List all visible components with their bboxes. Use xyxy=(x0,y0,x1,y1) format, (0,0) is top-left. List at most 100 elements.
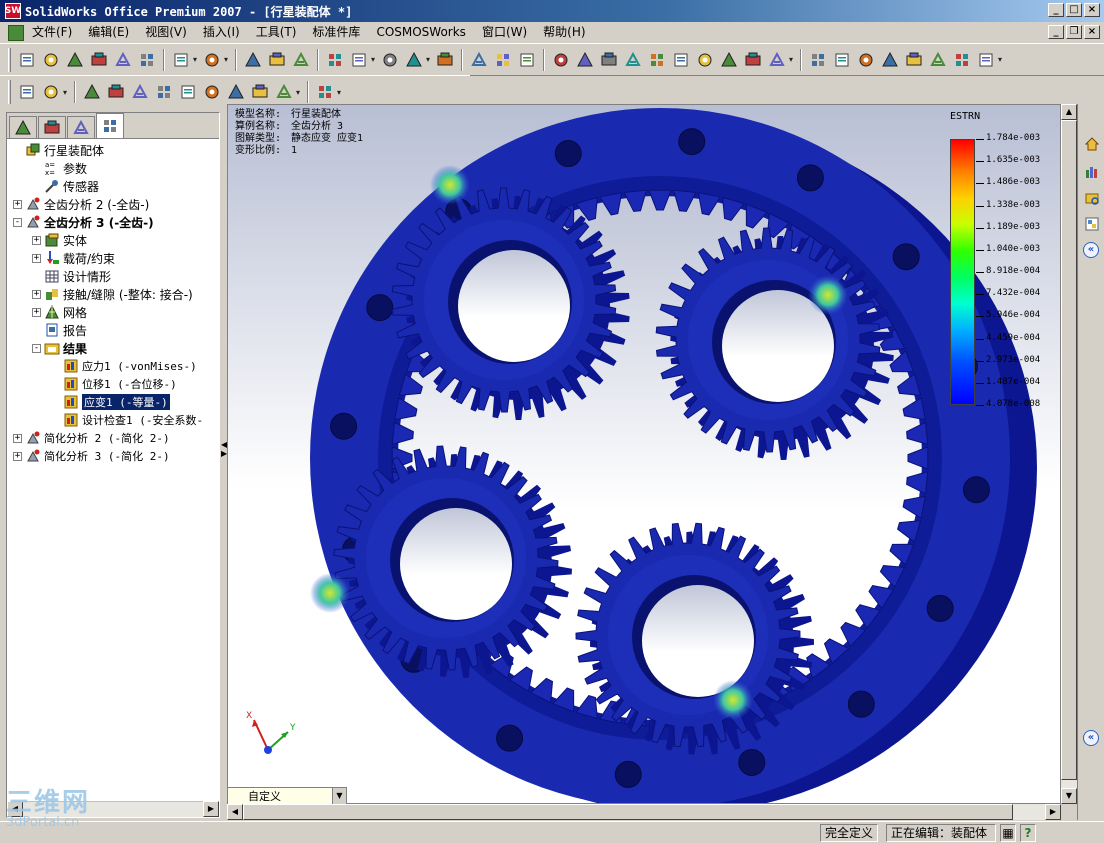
zoom-to-fit-icon[interactable] xyxy=(574,49,596,71)
horizontal-scroll-thumb[interactable] xyxy=(243,804,1013,820)
menu-file[interactable]: 文件(F) xyxy=(30,23,80,42)
help-icon[interactable]: ? xyxy=(1020,824,1036,842)
property-manager-tab[interactable] xyxy=(38,116,66,138)
print-preview-icon[interactable] xyxy=(88,49,110,71)
hscroll-right-icon[interactable]: ▶ xyxy=(1045,804,1061,820)
file-explorer-icon[interactable] xyxy=(1082,188,1102,208)
assembly-icon[interactable] xyxy=(379,49,401,71)
expand-plus-icon[interactable]: + xyxy=(32,235,41,245)
redo-icon[interactable] xyxy=(201,49,223,71)
tree-node[interactable]: + 全齿分析 2 (-全齿-) xyxy=(7,195,219,213)
tree-node[interactable]: 应变1 (-等量-) xyxy=(7,393,219,411)
dropdown-arrow-icon[interactable]: ▾ xyxy=(789,55,796,64)
roll-icon[interactable] xyxy=(742,49,764,71)
menu-toolbox[interactable]: 标准件库 xyxy=(304,23,368,42)
section-icon[interactable] xyxy=(468,49,490,71)
document-icon[interactable] xyxy=(8,24,24,41)
dropdown-arrow-icon[interactable]: ▾ xyxy=(224,55,231,64)
view-orientation-icon[interactable] xyxy=(766,49,788,71)
chevron-down-icon[interactable]: ▼ xyxy=(332,788,346,804)
tree-node[interactable]: - 结果 xyxy=(7,339,219,357)
hscroll-left-icon[interactable]: ◀ xyxy=(227,804,243,820)
perspective-icon[interactable] xyxy=(951,49,973,71)
expand-plus-icon[interactable]: + xyxy=(32,289,41,299)
dropdown-arrow-icon[interactable]: ▾ xyxy=(63,88,70,97)
tree-node[interactable]: 传感器 xyxy=(7,177,219,195)
clip-icon[interactable] xyxy=(153,81,175,103)
measure-icon[interactable] xyxy=(492,49,514,71)
view-orientation-select[interactable]: 自定义 ▼ xyxy=(227,787,347,805)
results-icon[interactable] xyxy=(105,81,127,103)
expand-plus-icon[interactable]: + xyxy=(13,433,22,443)
doc-close-button[interactable]: × xyxy=(1084,25,1100,39)
close-button[interactable]: × xyxy=(1084,3,1100,17)
hidden-removed-icon[interactable] xyxy=(855,49,877,71)
smart-select-icon[interactable] xyxy=(266,49,288,71)
menu-insert[interactable]: 插入(I) xyxy=(195,23,248,42)
zoom-area-icon[interactable] xyxy=(598,49,620,71)
menu-help[interactable]: 帮助(H) xyxy=(535,23,593,42)
shaded-edges-icon[interactable] xyxy=(879,49,901,71)
design-check-icon[interactable] xyxy=(225,81,247,103)
realview-icon[interactable] xyxy=(975,49,997,71)
tree-node[interactable]: + 简化分析 2 (-简化 2-) xyxy=(7,429,219,447)
tree-node[interactable]: + 网格 xyxy=(7,303,219,321)
grid-icon[interactable] xyxy=(324,49,346,71)
design-library-icon[interactable] xyxy=(1082,162,1102,182)
wireframe-icon[interactable] xyxy=(807,49,829,71)
select-icon[interactable] xyxy=(242,49,264,71)
collapse-double-chevron-icon[interactable]: « xyxy=(1083,242,1099,258)
menu-view[interactable]: 视图(V) xyxy=(137,23,195,42)
pan-icon[interactable] xyxy=(718,49,740,71)
run-icon[interactable] xyxy=(81,81,103,103)
expand-plus-icon[interactable]: + xyxy=(32,253,41,263)
graphics-viewport[interactable]: 模型名称: 行星装配体 算例名称: 全齿分析 3 图解类型: 静态应变 应变1 变形比… xyxy=(227,104,1061,804)
save-icon[interactable] xyxy=(64,49,86,71)
toolbar-grip-handle[interactable] xyxy=(8,80,11,104)
tree-node[interactable]: + 实体 xyxy=(7,231,219,249)
zoom-selection-icon[interactable] xyxy=(646,49,668,71)
mesh-icon[interactable] xyxy=(40,81,62,103)
print-icon[interactable] xyxy=(136,49,158,71)
panel-splitter-handle[interactable]: ◀ ▶ xyxy=(221,440,227,464)
menu-cosmosworks[interactable]: COSMOSWorks xyxy=(368,23,474,42)
menu-tools[interactable]: 工具(T) xyxy=(248,23,305,42)
zoom-icon[interactable] xyxy=(670,49,692,71)
new-icon[interactable] xyxy=(16,49,38,71)
dropdown-arrow-icon[interactable]: ▾ xyxy=(193,55,200,64)
doc-restore-button[interactable]: ❐ xyxy=(1066,25,1082,39)
shadows-icon[interactable] xyxy=(927,49,949,71)
viewport-vertical-scrollbar[interactable]: ▲ ▼ xyxy=(1061,104,1077,804)
plot-icon[interactable] xyxy=(129,81,151,103)
hidden-lines-icon[interactable] xyxy=(831,49,853,71)
feature-manager-tab[interactable] xyxy=(9,116,37,138)
tree-node[interactable]: + 载荷/约束 xyxy=(7,249,219,267)
expand-plus-icon[interactable]: + xyxy=(13,199,22,209)
options-icon[interactable] xyxy=(112,49,134,71)
tree-node[interactable]: a= x= 参数 xyxy=(7,159,219,177)
dropdown-arrow-icon[interactable]: ▾ xyxy=(337,88,344,97)
probe-icon[interactable] xyxy=(177,81,199,103)
animate-icon[interactable] xyxy=(201,81,223,103)
study-icon[interactable] xyxy=(16,81,38,103)
collapse-minus-icon[interactable]: - xyxy=(32,343,41,353)
settings-icon[interactable] xyxy=(314,81,336,103)
dropdown-arrow-icon[interactable]: ▾ xyxy=(296,88,303,97)
menu-edit[interactable]: 编辑(E) xyxy=(80,23,137,42)
home-icon[interactable] xyxy=(1082,134,1102,154)
tree-node[interactable]: + 简化分析 3 (-简化 2-) xyxy=(7,447,219,465)
minimize-button[interactable]: _ xyxy=(1048,3,1064,17)
dropdown-arrow-icon[interactable]: ▾ xyxy=(426,55,433,64)
tree-node[interactable]: - 全齿分析 3 (-全齿-) xyxy=(7,213,219,231)
tree-node[interactable]: 应力1 (-vonMises-) xyxy=(7,357,219,375)
configuration-manager-tab[interactable] xyxy=(67,116,95,138)
expand-plus-icon[interactable]: + xyxy=(13,451,22,461)
shaded-icon[interactable] xyxy=(903,49,925,71)
report-icon[interactable] xyxy=(249,81,271,103)
target-icon[interactable] xyxy=(516,49,538,71)
viewport-horizontal-scrollbar[interactable]: ◀ ▶ xyxy=(227,804,1061,820)
box-icon[interactable] xyxy=(403,49,425,71)
tree-node[interactable]: 设计情形 xyxy=(7,267,219,285)
scroll-down-icon[interactable]: ▼ xyxy=(1061,788,1077,804)
menu-window[interactable]: 窗口(W) xyxy=(474,23,535,42)
